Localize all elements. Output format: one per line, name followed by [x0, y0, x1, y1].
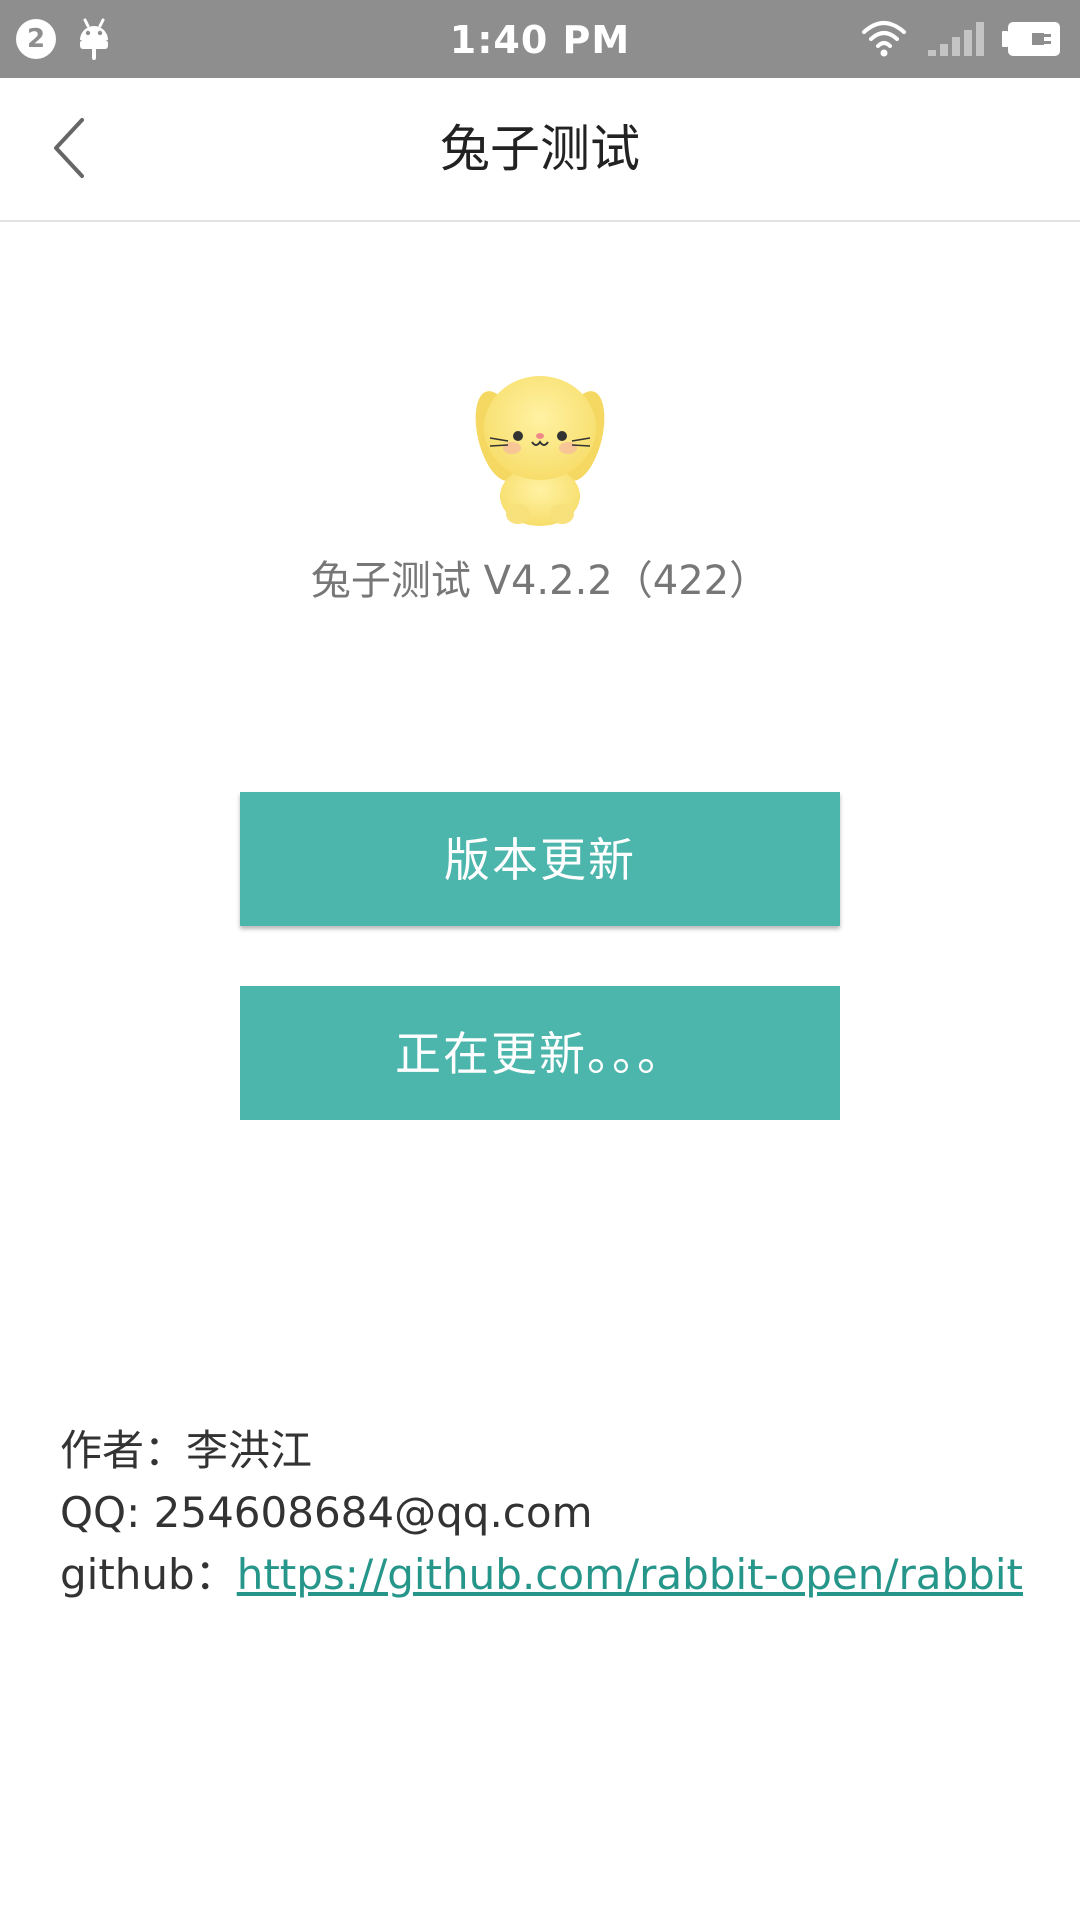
wifi-icon [860, 18, 908, 58]
author-label: 作者： [60, 1426, 187, 1475]
qq-line: QQ: 254608684@qq.com [60, 1482, 1040, 1544]
battery-charging-icon [1002, 20, 1062, 58]
app-version-text: 兔子测试 V4.2.2（422） [310, 558, 770, 604]
updating-button[interactable]: 正在更新。。。 [240, 986, 840, 1120]
page-title: 兔子测试 [440, 120, 640, 178]
chevron-left-icon [54, 118, 84, 178]
github-label: github： [60, 1550, 237, 1599]
github-line: github：https://github.com/rabbit-open/ra… [60, 1544, 1040, 1606]
author-line: 作者：李洪江 [60, 1420, 1040, 1482]
author-name: 李洪江 [186, 1426, 313, 1475]
signal-icon [926, 20, 984, 58]
github-link[interactable]: https://github.com/rabbit-open/rabbit [237, 1550, 1023, 1599]
app-logo [460, 366, 620, 526]
rabbit-logo-icon [475, 376, 605, 526]
update-version-button[interactable]: 版本更新 [240, 792, 840, 926]
qq-value: 254608684@qq.com [153, 1488, 593, 1537]
screen: 2 1:40 PM 兔子测试 兔子测试 V4.2.2（422） 版本更新 正在更… [0, 0, 1080, 1920]
qq-label: QQ: [60, 1488, 154, 1537]
author-info: 作者：李洪江 QQ: 254608684@qq.com github：https… [60, 1420, 1040, 1606]
toolbar: 兔子测试 [0, 78, 1080, 222]
back-button[interactable] [30, 108, 110, 188]
status-time: 1:40 PM [449, 18, 631, 62]
status-bar: 2 1:40 PM [0, 0, 1080, 78]
